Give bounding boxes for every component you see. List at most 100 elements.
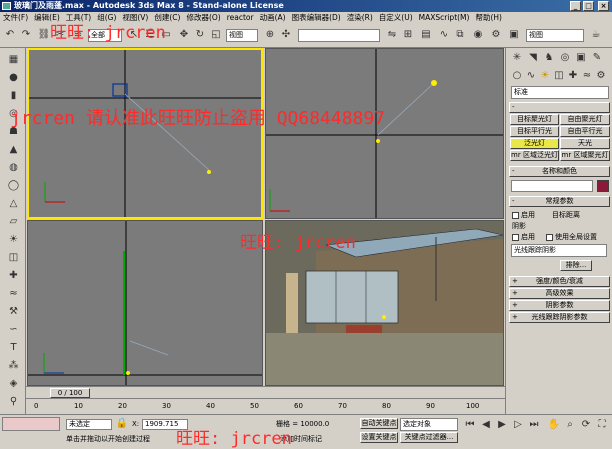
menu-graph-editors[interactable]: 图表编辑器(D)	[289, 12, 344, 24]
create-text-icon[interactable]: T	[6, 340, 21, 355]
intensity-rollup[interactable]: + 强度/颜色/衰减	[509, 276, 610, 287]
time-slider-thumb[interactable]: 0 / 100	[50, 388, 90, 398]
material-editor-icon[interactable]: ◉	[470, 27, 486, 43]
rotate-icon[interactable]: ↻	[192, 27, 208, 43]
name-color-rollup[interactable]: - 名称和颜色	[509, 166, 610, 177]
mr-area-spot-button[interactable]: mr 区域聚光灯	[560, 150, 610, 161]
free-direct-button[interactable]: 自由平行光	[560, 126, 610, 137]
create-spacewarp-icon[interactable]: ≈	[6, 286, 21, 301]
manipulate-icon[interactable]: ✣	[278, 27, 294, 43]
motion-tab-icon[interactable]: ◎	[557, 50, 573, 66]
use-global-checkbox[interactable]: 使用全局设置	[546, 232, 597, 242]
object-name-field[interactable]	[511, 180, 593, 192]
mr-area-omni-button[interactable]: mr 区域泛光灯	[510, 150, 559, 161]
light-category-dropdown[interactable]: 标准	[511, 86, 609, 99]
display-tab-icon[interactable]: ▣	[573, 50, 589, 66]
set-key-button[interactable]: 设置关键点	[360, 432, 398, 443]
schematic-icon[interactable]: ⧉	[452, 27, 468, 43]
move-icon[interactable]: ✥	[176, 27, 192, 43]
create-camera-icon[interactable]: ◫	[6, 250, 21, 265]
shadow-type-dropdown[interactable]: 光线跟踪阴影	[511, 244, 607, 257]
viewport-left[interactable]	[27, 220, 263, 386]
target-direct-button[interactable]: 目标平行光	[510, 126, 559, 137]
redo-icon[interactable]: ↷	[18, 27, 34, 43]
light-enable-checkbox[interactable]: 启用	[512, 210, 535, 220]
menu-maxscript[interactable]: MAXScript(M)	[416, 12, 473, 24]
render-frame-icon[interactable]: ▣	[506, 27, 522, 43]
object-color-swatch[interactable]	[597, 180, 609, 192]
key-filters-button[interactable]: 关键点过滤器...	[400, 432, 458, 443]
menu-rendering[interactable]: 渲染(R)	[344, 12, 376, 24]
omni-button[interactable]: 泛光灯	[510, 138, 559, 149]
layer-icon[interactable]: ▤	[418, 27, 434, 43]
create-pyramid-icon[interactable]: △	[6, 196, 21, 211]
go-to-start-icon[interactable]: ⏮	[462, 417, 478, 433]
modify-tab-icon[interactable]: ◥	[525, 50, 541, 66]
go-to-end-icon[interactable]: ⏭	[526, 417, 542, 433]
systems-icon[interactable]: ⚙	[593, 68, 609, 84]
play-icon[interactable]: ▶	[494, 417, 510, 433]
maxscript-listener[interactable]	[2, 417, 60, 431]
menu-modifiers[interactable]: 修改器(O)	[183, 12, 223, 24]
scale-icon[interactable]: ◱	[208, 27, 224, 43]
viewport-front[interactable]	[265, 48, 504, 219]
create-box-icon[interactable]: ▦	[6, 52, 21, 67]
curve-editor-icon[interactable]: ∿	[436, 27, 452, 43]
create-cylinder-icon[interactable]: ▮	[6, 88, 21, 103]
pivot-center-icon[interactable]: ⊕	[262, 27, 278, 43]
create-particle-icon[interactable]: ⁂	[6, 358, 21, 373]
zoom-icon[interactable]: ⌕	[562, 417, 578, 433]
create-tab-icon[interactable]: ✳	[509, 50, 525, 66]
menu-reactor[interactable]: reactor	[224, 12, 257, 24]
align-icon[interactable]: ⊞	[400, 27, 416, 43]
create-shape-icon[interactable]: ∽	[6, 322, 21, 337]
named-selection-dropdown[interactable]	[298, 29, 380, 42]
track-bar[interactable]: 0 10 20 30 40 50 60 70 80 90 100	[26, 398, 505, 414]
raytrace-shadow-rollup[interactable]: + 光线跟踪阴影参数	[509, 312, 610, 323]
menu-customize[interactable]: 自定义(U)	[376, 12, 416, 24]
close-button[interactable]: ×	[598, 1, 609, 11]
render-setup-icon[interactable]: ⚙	[488, 27, 504, 43]
create-helper-icon[interactable]: ✚	[6, 268, 21, 283]
minimize-button[interactable]: _	[570, 1, 581, 11]
auto-key-button[interactable]: 自动关键点	[360, 418, 398, 429]
viewport-top[interactable]	[27, 48, 263, 219]
quick-render-icon[interactable]: ☕	[588, 27, 604, 43]
create-geosphere-icon[interactable]: ◍	[6, 160, 21, 175]
shadow-params-rollup[interactable]: + 阴影参数	[509, 300, 610, 311]
maximize-button[interactable]: □	[583, 1, 594, 11]
undo-icon[interactable]: ↶	[2, 27, 18, 43]
object-type-rollup[interactable]: -	[509, 102, 610, 113]
create-bones-icon[interactable]: ⚲	[6, 394, 21, 409]
advanced-effects-rollup[interactable]: + 高级效果	[509, 288, 610, 299]
time-slider[interactable]: 0 / 100	[26, 386, 505, 398]
create-sphere-icon[interactable]: ●	[6, 70, 21, 85]
orbit-icon[interactable]: ⟳	[578, 417, 594, 433]
menu-file[interactable]: 文件(F)	[0, 12, 31, 24]
maximize-viewport-icon[interactable]: ⛶	[594, 417, 610, 433]
general-params-rollup[interactable]: - 常规参数	[509, 196, 610, 207]
shadows-enable-checkbox[interactable]: 启用	[512, 232, 535, 242]
previous-frame-icon[interactable]: ◀	[478, 417, 494, 433]
key-selection-dropdown[interactable]: 选定对象	[400, 418, 458, 431]
menu-animation[interactable]: 动画(A)	[257, 12, 289, 24]
target-spot-button[interactable]: 目标聚光灯	[510, 114, 559, 125]
create-compound-icon[interactable]: ◈	[6, 376, 21, 391]
hierarchy-tab-icon[interactable]: ♞	[541, 50, 557, 66]
lock-selection-icon[interactable]: 🔒	[114, 416, 130, 432]
next-frame-icon[interactable]: ▷	[510, 417, 526, 433]
utilities-tab-icon[interactable]: ✎	[589, 50, 605, 66]
free-spot-button[interactable]: 自由聚光灯	[560, 114, 610, 125]
create-cone-icon[interactable]: ▲	[6, 142, 21, 157]
reference-coord-dropdown[interactable]: 视图	[226, 29, 258, 42]
create-light-icon[interactable]: ☀	[6, 232, 21, 247]
pan-icon[interactable]: ✋	[546, 417, 562, 433]
create-plane-icon[interactable]: ▱	[6, 214, 21, 229]
render-view-dropdown[interactable]: 视图	[526, 29, 584, 42]
skylight-button[interactable]: 天光	[560, 138, 610, 149]
mirror-icon[interactable]: ⇋	[384, 27, 400, 43]
exclude-button[interactable]: 排除...	[560, 260, 592, 271]
create-tube-icon[interactable]: ◯	[6, 178, 21, 193]
create-system-icon[interactable]: ⚒	[6, 304, 21, 319]
menu-help[interactable]: 帮助(H)	[472, 12, 505, 24]
